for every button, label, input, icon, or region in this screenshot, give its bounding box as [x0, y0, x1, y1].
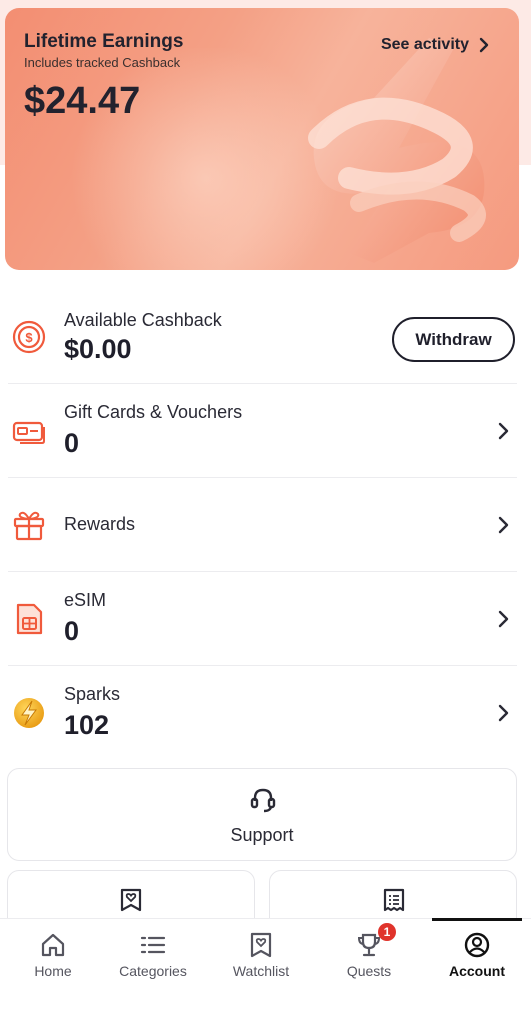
- row-value: $0.00: [64, 334, 132, 364]
- gift-card-icon: [12, 421, 45, 444]
- lifetime-earnings-card: Lifetime Earnings Includes tracked Cashb…: [5, 8, 519, 270]
- row-value: 0: [64, 428, 80, 458]
- chevron-right-icon: [498, 422, 509, 440]
- cashback-coin-icon: $: [12, 320, 46, 354]
- tab-label: Home: [34, 963, 72, 979]
- chevron-right-icon: [498, 516, 509, 534]
- svg-text:$: $: [25, 330, 33, 345]
- tab-home[interactable]: Home: [0, 919, 106, 999]
- gift-cards-row[interactable]: Gift Cards & Vouchers 0: [8, 384, 517, 478]
- available-cashback-row: $ Available Cashback $0.00 Withdraw: [8, 290, 517, 384]
- support-card[interactable]: Support: [7, 768, 517, 861]
- chevron-right-icon: [479, 37, 489, 53]
- earnings-title: Lifetime Earnings: [24, 31, 184, 52]
- sparks-row[interactable]: Sparks 102: [8, 666, 517, 760]
- see-activity-link[interactable]: See activity: [381, 36, 489, 54]
- tab-label: Watchlist: [232, 963, 290, 979]
- headset-icon: [250, 788, 276, 813]
- earnings-subtitle: Includes tracked Cashback: [24, 55, 181, 70]
- earnings-amount: $24.47: [24, 80, 141, 122]
- tab-account[interactable]: Account: [424, 918, 530, 999]
- esim-row[interactable]: eSIM 0: [8, 572, 517, 666]
- see-activity-label: See activity: [380, 36, 469, 53]
- rewards-row[interactable]: Rewards: [8, 478, 517, 572]
- tab-categories[interactable]: Categories: [100, 919, 206, 999]
- lightning-swirl-graphic: [308, 38, 486, 263]
- row-title: Sparks: [64, 684, 121, 704]
- sparks-coin-icon: [14, 698, 44, 728]
- row-value: 0: [64, 616, 80, 646]
- chevron-right-icon: [498, 704, 509, 722]
- tab-watchlist[interactable]: Watchlist: [208, 919, 314, 999]
- bottom-tab-bar: Home Categories Watchlist 1 Quests Accou…: [0, 918, 531, 1024]
- sim-card-icon: [16, 603, 43, 635]
- receipt-icon: [383, 888, 405, 912]
- chevron-right-icon: [498, 610, 509, 628]
- tab-label: Account: [449, 963, 505, 979]
- row-title: Available Cashback: [64, 310, 222, 330]
- quests-badge: 1: [378, 923, 396, 941]
- account-icon: [464, 932, 490, 958]
- row-title: eSIM: [64, 590, 107, 610]
- gift-box-icon: [13, 511, 45, 541]
- row-value: 102: [64, 710, 110, 740]
- tab-quests[interactable]: 1 Quests: [316, 919, 422, 999]
- support-label: Support: [230, 825, 294, 845]
- list-icon: [140, 936, 166, 954]
- withdraw-button[interactable]: Withdraw: [392, 317, 515, 362]
- tab-label: Quests: [346, 963, 392, 979]
- watchlist-icon: [120, 888, 142, 912]
- row-title: Gift Cards & Vouchers: [64, 402, 243, 422]
- home-icon: [41, 933, 65, 957]
- row-title: Rewards: [64, 514, 136, 534]
- watchlist-icon: [250, 932, 272, 958]
- tab-label: Categories: [119, 963, 187, 979]
